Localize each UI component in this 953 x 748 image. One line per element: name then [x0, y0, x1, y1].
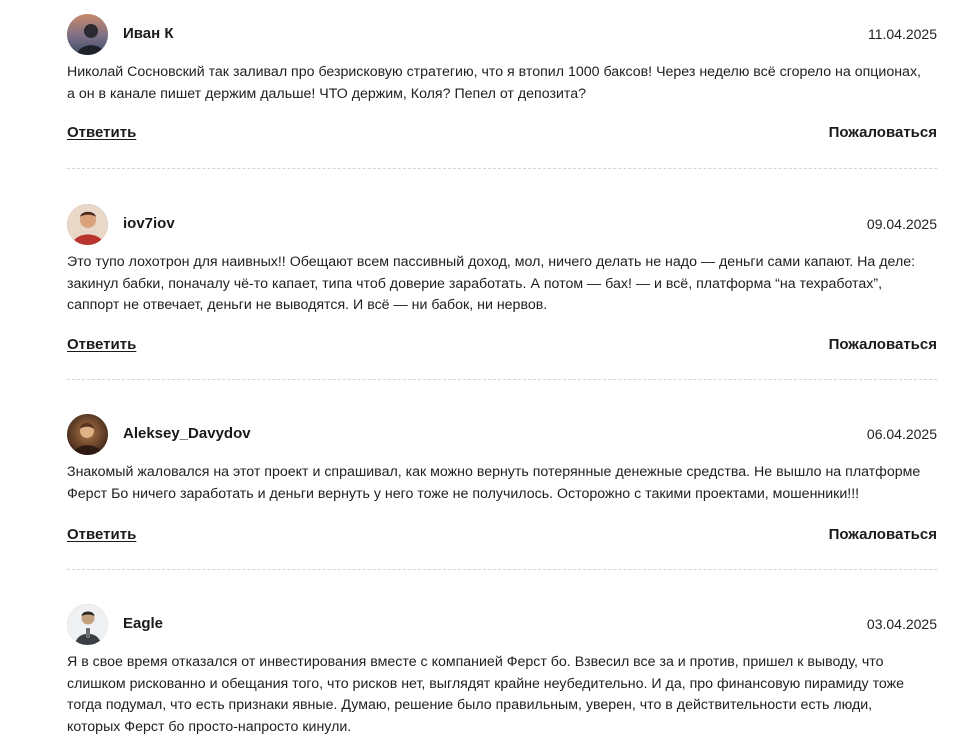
- comment-actions: Ответить Пожаловаться: [67, 526, 937, 556]
- comment-date: 03.04.2025: [866, 616, 937, 632]
- comment-divider: [67, 168, 937, 169]
- avatar: [67, 204, 108, 245]
- comment-author[interactable]: iov7iov: [123, 215, 175, 232]
- comment-header: Eagle 03.04.2025: [67, 604, 937, 646]
- comment-header: Иван К 11.04.2025: [67, 14, 937, 56]
- comment-text: Я в свое время отказался от инвестирован…: [67, 654, 905, 735]
- report-link[interactable]: Пожаловаться: [829, 526, 937, 543]
- comment-header: Aleksey_Davydov 06.04.2025: [67, 414, 937, 456]
- comment-divider: [67, 379, 937, 380]
- comment-date: 11.04.2025: [867, 26, 937, 42]
- avatar: [67, 414, 108, 455]
- report-link[interactable]: Пожаловаться: [829, 124, 937, 141]
- comment-item: Aleksey_Davydov 06.04.2025 Знакомый жало…: [67, 414, 937, 556]
- comment-date: 06.04.2025: [866, 426, 937, 442]
- reply-link[interactable]: Ответить: [67, 526, 136, 543]
- comment-item: Eagle 03.04.2025 Я в свое время отказалс…: [67, 604, 937, 738]
- comment-author[interactable]: Иван К: [123, 25, 174, 42]
- comments-list: Иван К 11.04.2025 Николай Сосновский так…: [0, 0, 953, 748]
- comment-author[interactable]: Aleksey_Davydov: [123, 425, 251, 442]
- comment-text: Это тупо лохотрон для наивных!! Обещают …: [67, 254, 916, 313]
- comment-divider: [67, 569, 937, 570]
- comment-author[interactable]: Eagle: [123, 615, 163, 632]
- comment-actions: Ответить Пожаловаться: [67, 336, 937, 366]
- comment-text: Знакомый жаловался на этот проект и спра…: [67, 464, 921, 502]
- avatar: [67, 604, 108, 645]
- comment-header: iov7iov 09.04.2025: [67, 204, 937, 246]
- comment-item: iov7iov 09.04.2025 Это тупо лохотрон для…: [67, 204, 937, 366]
- comment-actions: Ответить Пожаловаться: [67, 124, 937, 154]
- comment-text: Николай Сосновский так заливал про безри…: [67, 64, 921, 102]
- reply-link[interactable]: Ответить: [67, 124, 136, 141]
- comment-item: Иван К 11.04.2025 Николай Сосновский так…: [67, 14, 937, 154]
- comment-date: 09.04.2025: [866, 216, 937, 232]
- avatar: [67, 14, 108, 55]
- report-link[interactable]: Пожаловаться: [829, 336, 937, 353]
- reply-link[interactable]: Ответить: [67, 336, 136, 353]
